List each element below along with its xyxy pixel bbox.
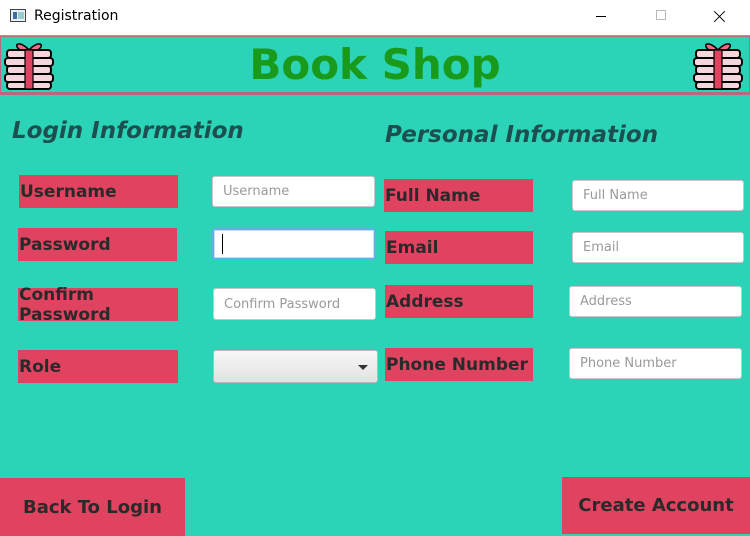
window-title: Registration [34,8,119,24]
header-divider [0,93,750,95]
confirm-password-label: Confirm Password [18,285,178,325]
password-input[interactable] [212,228,376,260]
maximize-button[interactable] [638,0,684,34]
phone-number-input[interactable] [569,348,742,379]
phone-number-label: Phone Number [385,348,533,381]
books-gift-icon [4,43,54,90]
app-window-icon [10,9,26,22]
full-name-input[interactable] [572,180,744,211]
minimize-button[interactable] [578,0,624,34]
text-caret [222,234,223,254]
username-input[interactable] [212,176,375,207]
chevron-down-icon[interactable] [358,365,368,370]
personal-information-heading: Personal Information [385,122,659,148]
books-gift-icon [693,43,743,90]
confirm-password-input[interactable] [213,288,376,320]
full-name-label: Full Name [384,179,533,212]
password-label: Password [18,228,177,261]
back-to-login-button[interactable]: Back To Login [0,478,185,536]
email-input[interactable] [572,232,744,263]
email-label: Email [385,231,533,264]
address-input[interactable] [569,286,742,317]
login-information-heading: Login Information [12,118,244,144]
role-select[interactable] [213,350,378,383]
create-account-button[interactable]: Create Account [562,477,750,534]
username-label: Username [19,175,178,208]
address-label: Address [385,285,533,318]
window-titlebar: Registration [0,0,750,34]
shop-title: Book Shop [249,40,501,89]
role-label: Role [18,350,178,383]
close-button[interactable] [697,0,743,34]
